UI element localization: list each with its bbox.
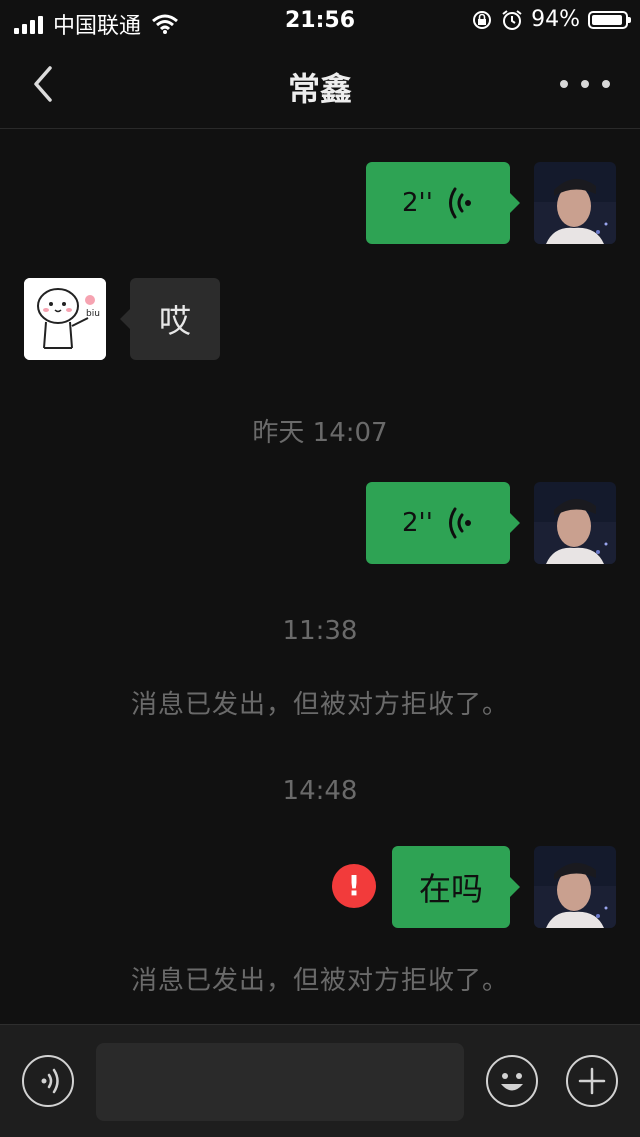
chat-header: 常鑫 bbox=[0, 42, 640, 129]
message-input[interactable] bbox=[96, 1043, 464, 1121]
voice-message-bubble[interactable]: 2'' bbox=[366, 162, 520, 244]
status-bar: 中国联通 21:56 94% bbox=[0, 0, 640, 42]
voice-message-bubble[interactable]: 2'' bbox=[366, 482, 520, 564]
my-avatar[interactable] bbox=[534, 846, 616, 928]
chat-title: 常鑫 bbox=[287, 70, 352, 108]
emoji-button[interactable] bbox=[486, 1055, 538, 1107]
system-message: 消息已发出，但被对方拒收了。 bbox=[130, 966, 509, 996]
timestamp: 昨天 14:07 bbox=[252, 418, 388, 448]
battery-percent: 94% bbox=[531, 7, 580, 32]
system-message: 消息已发出，但被对方拒收了。 bbox=[130, 690, 509, 720]
my-avatar[interactable] bbox=[534, 162, 616, 244]
voice-input-icon bbox=[41, 1068, 59, 1094]
alarm-icon bbox=[502, 9, 522, 30]
emoji-icon bbox=[501, 1073, 523, 1091]
voice-wave-icon bbox=[449, 187, 471, 219]
plus-icon bbox=[578, 1067, 606, 1095]
input-bar bbox=[0, 1024, 640, 1137]
more-button[interactable] bbox=[560, 72, 610, 96]
message-text: 哎 bbox=[158, 302, 191, 340]
text-message-bubble[interactable]: 哎 bbox=[120, 278, 220, 360]
add-button[interactable] bbox=[566, 1055, 618, 1107]
message-text: 在吗 bbox=[418, 870, 483, 908]
timestamp: 11:38 bbox=[282, 616, 358, 646]
send-failed-icon[interactable]: ! bbox=[332, 864, 376, 908]
contact-avatar[interactable]: biu bbox=[24, 278, 106, 360]
voice-input-button[interactable] bbox=[22, 1055, 74, 1107]
battery-icon bbox=[588, 10, 631, 29]
timestamp: 14:48 bbox=[282, 776, 358, 806]
my-avatar[interactable] bbox=[534, 482, 616, 564]
more-dots-icon bbox=[560, 80, 568, 88]
svg-text:biu: biu bbox=[86, 309, 100, 319]
voice-wave-icon bbox=[449, 507, 471, 539]
rotation-lock-icon bbox=[473, 10, 492, 29]
voice-duration: 2'' bbox=[402, 508, 433, 538]
status-right: 94% bbox=[471, 7, 631, 32]
voice-duration: 2'' bbox=[402, 188, 433, 218]
text-message-bubble[interactable]: 在吗 bbox=[392, 846, 520, 928]
